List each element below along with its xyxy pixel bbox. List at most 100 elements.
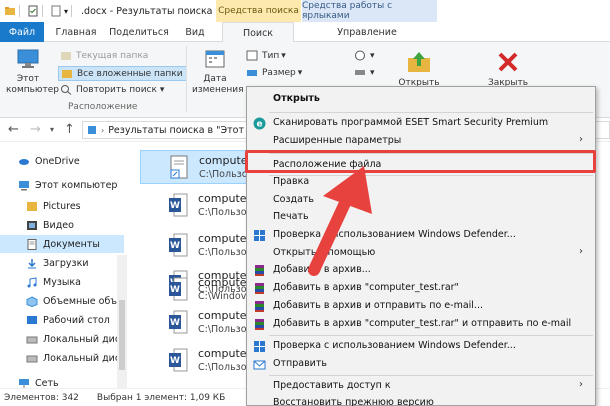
menu-item-rar-and-email[interactable]: Добавить в архив "computer_test.rar" и о… [247, 315, 595, 334]
menu-item-edit[interactable]: Правка [247, 173, 595, 192]
size-button[interactable]: Размер ▾ [246, 67, 302, 78]
options-icon [355, 70, 365, 75]
context-tab-shortcut-tools: Средства работы с ярлыками [301, 0, 437, 22]
nav-label: Загрузки [43, 257, 89, 269]
result-item[interactable]: W compute C:\Пользо [140, 344, 260, 378]
properties-icon[interactable] [27, 5, 39, 17]
menu-label: Открыть с помощью [273, 247, 376, 258]
menu-label: Восстановить прежнюю версию [273, 397, 434, 406]
tab-home[interactable]: Главная [52, 22, 100, 42]
nav-item-pictures[interactable]: Pictures [0, 197, 124, 215]
all-subfolders-button[interactable]: Все вложенные папки [58, 66, 187, 81]
menu-item-defender-scan-2[interactable]: Проверка с использованием Windows Defend… [247, 337, 595, 356]
nav-item-local-disk-d[interactable]: Локальный дис [0, 349, 124, 367]
menu-separator [269, 112, 593, 113]
result-item[interactable]: W compute C:\Пользо [140, 229, 260, 263]
chevron-down-icon[interactable]: ▾ [50, 125, 54, 134]
result-item[interactable]: W compute C:\Пользо [140, 189, 260, 223]
tab-share[interactable]: Поделиться [108, 22, 170, 42]
tab-search[interactable]: Поиск [222, 22, 294, 43]
result-path: C:\Пользо [198, 324, 247, 335]
result-path: C:\Пользо [198, 362, 247, 373]
menu-item-open[interactable]: Открыть [247, 90, 595, 109]
menu-item-advanced-options[interactable]: Расширенные параметры › [247, 132, 595, 151]
result-name: compute [198, 192, 247, 205]
menu-item-restore-previous[interactable]: Восстановить прежнюю версию [247, 394, 595, 406]
menu-item-send[interactable]: Отправить [247, 355, 595, 374]
up-arrow-icon[interactable]: ↑ [64, 122, 75, 137]
nav-item-3d-objects[interactable]: Объемные объе [0, 292, 124, 310]
chevron-down-icon[interactable]: ▾ [64, 7, 68, 16]
menu-label: Сканировать программой ESET Smart Securi… [273, 117, 549, 128]
window-title: .docx - Результаты поиска в... [81, 5, 231, 17]
date-modified-label: Дата изменения [192, 74, 244, 95]
context-menu: Открыть e Сканировать программой ESET Sm… [246, 86, 596, 406]
tab-manage[interactable]: Управление [322, 22, 412, 42]
nav-scrollbar-thumb[interactable] [119, 300, 125, 370]
back-arrow-icon[interactable]: ← [8, 122, 19, 137]
current-folder-button[interactable]: Текущая папка [60, 50, 148, 61]
nav-item-local-disk-c[interactable]: Локальный дис [0, 330, 124, 348]
advanced-options-button[interactable]: ▾ [354, 67, 375, 78]
nav-label: Pictures [43, 200, 81, 212]
menu-item-print[interactable]: Печать [247, 208, 595, 227]
recent-searches-button[interactable]: ▾ [354, 50, 375, 61]
svg-text:W: W [170, 318, 180, 328]
ribbon-tabs: Файл Главная Поделиться Вид Поиск Управл… [0, 22, 610, 43]
date-modified-button[interactable]: Дата изменения [192, 48, 244, 96]
nav-item-videos[interactable]: Видео [0, 216, 124, 234]
this-pc-label: Этот компьютер [6, 74, 59, 95]
download-icon [28, 258, 36, 268]
nav-label: Объемные объе [43, 295, 123, 307]
close-search-button[interactable]: Закрыть [484, 50, 532, 89]
result-item[interactable]: W compute C:\Пользо [140, 306, 260, 340]
nav-item-documents[interactable]: Документы [0, 235, 124, 253]
result-item[interactable]: W compute C:\Windov [140, 273, 260, 307]
type-icon [246, 50, 258, 61]
result-path: C:\Пользо [199, 169, 248, 180]
nav-item-downloads[interactable]: Загрузки [0, 254, 124, 272]
word-document-icon: W [169, 310, 188, 334]
eset-icon: e [253, 117, 266, 130]
type-button[interactable]: Тип ▾ [246, 50, 286, 61]
word-document-icon: W [169, 233, 188, 257]
nav-item-onedrive[interactable]: OneDrive [0, 152, 124, 170]
result-item[interactable]: compute C:\Пользо [140, 150, 260, 184]
nav-label: Этот компьютер [35, 179, 118, 191]
tab-file[interactable]: Файл [0, 22, 44, 42]
menu-item-add-to-archive[interactable]: Добавить в архив... [247, 261, 595, 280]
size-label: Размер [262, 67, 296, 78]
menu-item-defender-scan[interactable]: Проверка с использованием Windows Defend… [247, 226, 595, 245]
open-location-button[interactable]: Открыть [394, 50, 444, 89]
nav-item-desktop[interactable]: Рабочий стол [0, 311, 124, 329]
chevron-down-icon: ▾ [297, 67, 303, 78]
forward-arrow-icon[interactable]: → [30, 122, 41, 137]
drive-icon [26, 336, 38, 343]
highlight-frame [245, 150, 596, 173]
cloud-icon [19, 158, 29, 165]
nav-item-this-pc[interactable]: Этот компьютер [0, 176, 124, 194]
search-again-button[interactable]: Повторить поиск ▾ [60, 84, 164, 95]
chevron-down-icon: ▾ [159, 84, 165, 95]
nav-item-music[interactable]: Музыка [0, 273, 124, 291]
new-folder-icon[interactable] [50, 5, 62, 17]
separator [42, 5, 43, 17]
result-name: compute [198, 232, 247, 245]
menu-separator [269, 375, 593, 376]
separator [71, 5, 73, 17]
network-icon [19, 378, 29, 388]
result-path: C:\Пользо [198, 247, 247, 258]
video-icon [27, 220, 37, 230]
menu-item-add-to-rar[interactable]: Добавить в архив "computer_test.rar" [247, 279, 595, 298]
documents-icon [27, 238, 37, 250]
menu-item-eset-scan[interactable]: e Сканировать программой ESET Smart Secu… [247, 114, 595, 133]
menu-item-archive-and-email[interactable]: Добавить в архив и отправить по e-mail..… [247, 297, 595, 316]
folders-icon [62, 70, 72, 78]
drive-icon [26, 355, 38, 362]
menu-label: Создать [273, 194, 315, 205]
this-pc-button[interactable]: Этот компьютер [6, 48, 59, 96]
result-name: compute [198, 309, 247, 322]
menu-label: Отправить [273, 358, 327, 369]
tab-view[interactable]: Вид [178, 22, 212, 42]
svg-text:W: W [170, 356, 180, 366]
